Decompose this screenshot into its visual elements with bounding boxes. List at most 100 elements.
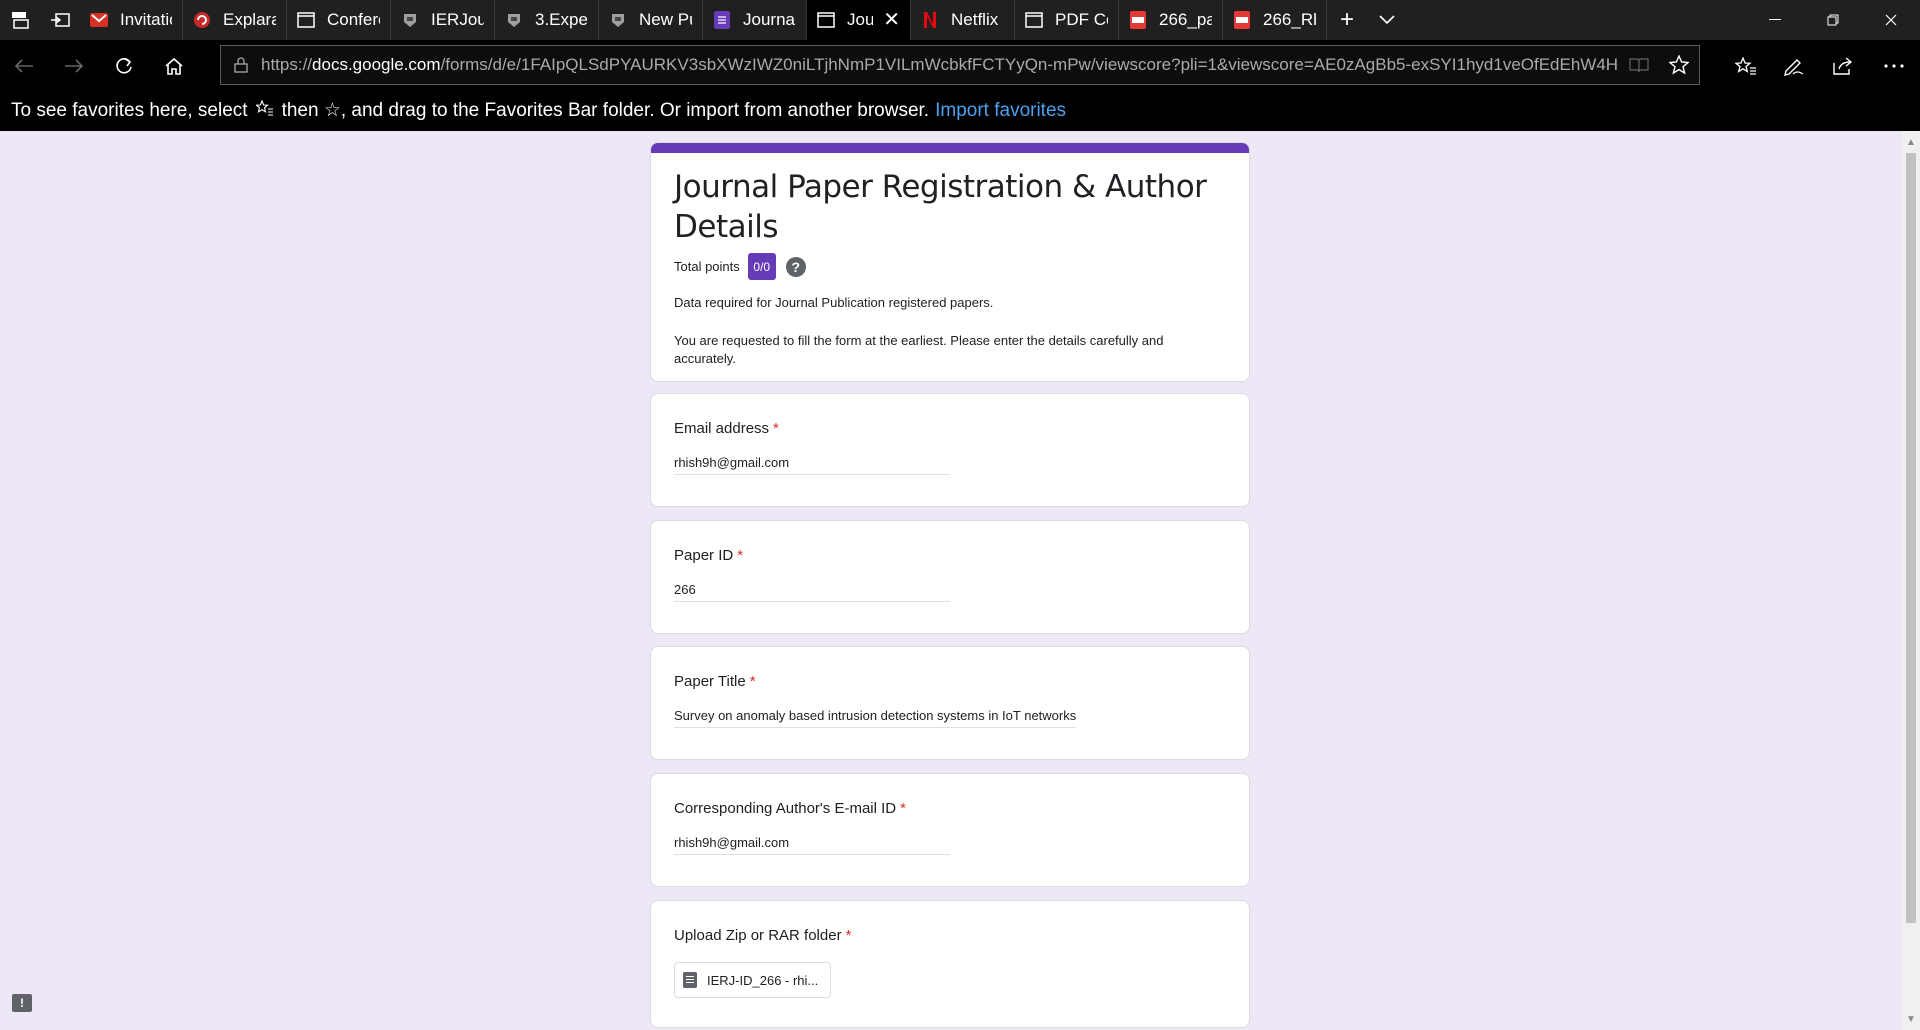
ier-icon bbox=[401, 11, 419, 29]
tab-netflix[interactable]: Netflix bbox=[911, 0, 1015, 40]
question-title: Email address * bbox=[674, 420, 779, 437]
back-arrow-icon[interactable] bbox=[8, 50, 40, 82]
uploaded-file-chip[interactable]: IERJ-ID_266 - rhi... bbox=[674, 962, 832, 998]
total-points-label: Total points bbox=[674, 259, 740, 274]
help-icon[interactable]: ? bbox=[785, 256, 806, 277]
page-icon bbox=[1025, 11, 1043, 29]
pdf-icon bbox=[1129, 11, 1147, 29]
pen-icon[interactable] bbox=[1778, 50, 1810, 82]
question-label: Email address bbox=[674, 420, 770, 437]
tab-journal-paper-forms[interactable]: Journal Pa bbox=[703, 0, 807, 40]
window-controls bbox=[1746, 0, 1920, 40]
lock-icon[interactable] bbox=[221, 57, 261, 73]
question-title: Corresponding Author's E-mail ID * bbox=[674, 800, 906, 817]
pdf-icon bbox=[1233, 11, 1251, 29]
forward-arrow-icon[interactable] bbox=[58, 50, 90, 82]
address-bar[interactable]: https://docs.google.com/forms/d/e/1FAIpQ… bbox=[220, 45, 1700, 85]
page-icon bbox=[817, 11, 835, 29]
favbar-message-a: To see favorites here, select bbox=[11, 99, 248, 121]
reading-view-icon[interactable] bbox=[1619, 57, 1659, 73]
required-asterisk: * bbox=[773, 420, 779, 437]
question-card-paper-id: Paper ID * 266 bbox=[650, 520, 1250, 634]
tab-label: 3.Experime bbox=[535, 10, 588, 29]
forms-icon bbox=[713, 11, 731, 29]
tab-invitation[interactable]: Invitation bbox=[80, 0, 183, 40]
description-line-1: Data required for Journal Publication re… bbox=[674, 295, 994, 310]
scroll-down-icon[interactable]: ▼ bbox=[1902, 1010, 1920, 1028]
report-feedback-icon[interactable]: ! bbox=[12, 994, 32, 1012]
new-tab-icon[interactable]: + bbox=[1327, 0, 1367, 40]
tab-266-payment[interactable]: 266_paym bbox=[1119, 0, 1223, 40]
question-card-author-email: Corresponding Author's E-mail ID * rhish9… bbox=[650, 773, 1250, 887]
tab-label: PDF Conve bbox=[1055, 10, 1108, 29]
question-label: Paper Title bbox=[674, 673, 746, 690]
tab-ierjournal[interactable]: IERJournal bbox=[391, 0, 495, 40]
url-host: docs.google.com bbox=[312, 55, 441, 74]
close-window-icon[interactable] bbox=[1862, 0, 1920, 40]
question-label: Upload Zip or RAR folder bbox=[674, 927, 842, 944]
gmail-icon bbox=[90, 11, 108, 29]
points-badge: 0/0 bbox=[747, 253, 776, 280]
favorites-star-list-icon bbox=[254, 99, 274, 122]
tab-label: Conferenc bbox=[327, 10, 380, 29]
uploaded-file-name: IERJ-ID_266 - rhi... bbox=[707, 972, 819, 988]
url-text[interactable]: https://docs.google.com/forms/d/e/1FAIpQ… bbox=[261, 55, 1619, 75]
set-aside-tabs-icon[interactable] bbox=[40, 0, 80, 40]
tab-new-publication[interactable]: New Publi bbox=[599, 0, 703, 40]
question-title: Upload Zip or RAR folder * bbox=[674, 927, 851, 944]
restore-icon[interactable] bbox=[1804, 0, 1862, 40]
tab-bar: Invitation Explara.co Conferenc IERJourn… bbox=[0, 0, 1920, 40]
question-card-upload: Upload Zip or RAR folder * IERJ-ID_266 - … bbox=[650, 900, 1250, 1028]
tab-experiment[interactable]: 3.Experime bbox=[495, 0, 599, 40]
favorites-list-icon[interactable] bbox=[1730, 50, 1762, 82]
form-accent-bar bbox=[651, 143, 1249, 153]
tab-explara[interactable]: Explara.co bbox=[183, 0, 287, 40]
navigation-bar: https://docs.google.com/forms/d/e/1FAIpQ… bbox=[0, 40, 1920, 90]
total-points-row: Total points 0/0 ? bbox=[651, 247, 1249, 280]
tab-label: 266_Rhish bbox=[1263, 10, 1316, 29]
answer-paper-title: Survey on anomaly based intrusion detect… bbox=[674, 708, 1077, 728]
scrollbar-thumb[interactable] bbox=[1906, 153, 1916, 923]
description-line-2: You are requested to fill the form at th… bbox=[674, 333, 1164, 366]
favorites-bar: To see favorites here, select then ☆, an… bbox=[0, 90, 1920, 131]
tab-journal-active[interactable]: Journa ✕ bbox=[807, 0, 911, 40]
question-label: Paper ID bbox=[674, 547, 734, 564]
question-label: Corresponding Author's E-mail ID bbox=[674, 800, 897, 817]
import-favorites-link[interactable]: Import favorites bbox=[935, 100, 1066, 122]
url-path: /forms/d/e/1FAIpQLSdPYAURKV3sbXWzIWZ0niL… bbox=[440, 55, 1619, 74]
question-card-paper-title: Paper Title * Survey on anomaly based int… bbox=[650, 646, 1250, 760]
share-icon[interactable] bbox=[1827, 50, 1859, 82]
favorite-star-icon[interactable] bbox=[1659, 55, 1699, 75]
refresh-icon[interactable] bbox=[108, 50, 140, 82]
form-description: Data required for Journal Publication re… bbox=[651, 280, 1249, 368]
answer-paper-id: 266 bbox=[674, 582, 950, 602]
tab-label: IERJournal bbox=[431, 10, 484, 29]
tab-label: 266_paym bbox=[1159, 10, 1212, 29]
tab-label: New Publi bbox=[639, 10, 692, 29]
home-icon[interactable] bbox=[158, 50, 190, 82]
ier-icon bbox=[505, 11, 523, 29]
tab-pdf-converter[interactable]: PDF Conve bbox=[1015, 0, 1119, 40]
document-icon bbox=[683, 972, 697, 988]
chevron-down-icon[interactable] bbox=[1367, 0, 1407, 40]
more-options-icon[interactable] bbox=[1878, 50, 1910, 82]
minimize-icon[interactable] bbox=[1746, 0, 1804, 40]
tab-label: Invitation bbox=[120, 10, 172, 29]
answer-author-email: rhish9h@gmail.com bbox=[674, 835, 950, 855]
url-prefix: https:// bbox=[261, 55, 313, 74]
form-title: Journal Paper Registration & Author Deta… bbox=[674, 169, 1207, 245]
required-asterisk: * bbox=[749, 673, 756, 690]
tab-label: Explara.co bbox=[223, 10, 276, 29]
close-tab-icon[interactable]: ✕ bbox=[883, 10, 900, 30]
tab-conference[interactable]: Conferenc bbox=[287, 0, 391, 40]
tab-actions-icon[interactable] bbox=[0, 0, 40, 40]
explara-icon bbox=[193, 11, 211, 29]
page-scrollbar[interactable]: ▲ ▼ bbox=[1902, 131, 1920, 1030]
tab-266-rhish[interactable]: 266_Rhish bbox=[1223, 0, 1327, 40]
scroll-up-icon[interactable]: ▲ bbox=[1902, 133, 1920, 151]
required-asterisk: * bbox=[900, 800, 906, 817]
question-title: Paper Title * bbox=[674, 673, 756, 690]
required-asterisk: * bbox=[737, 547, 744, 564]
netflix-icon bbox=[921, 11, 939, 29]
page-icon bbox=[297, 11, 315, 29]
